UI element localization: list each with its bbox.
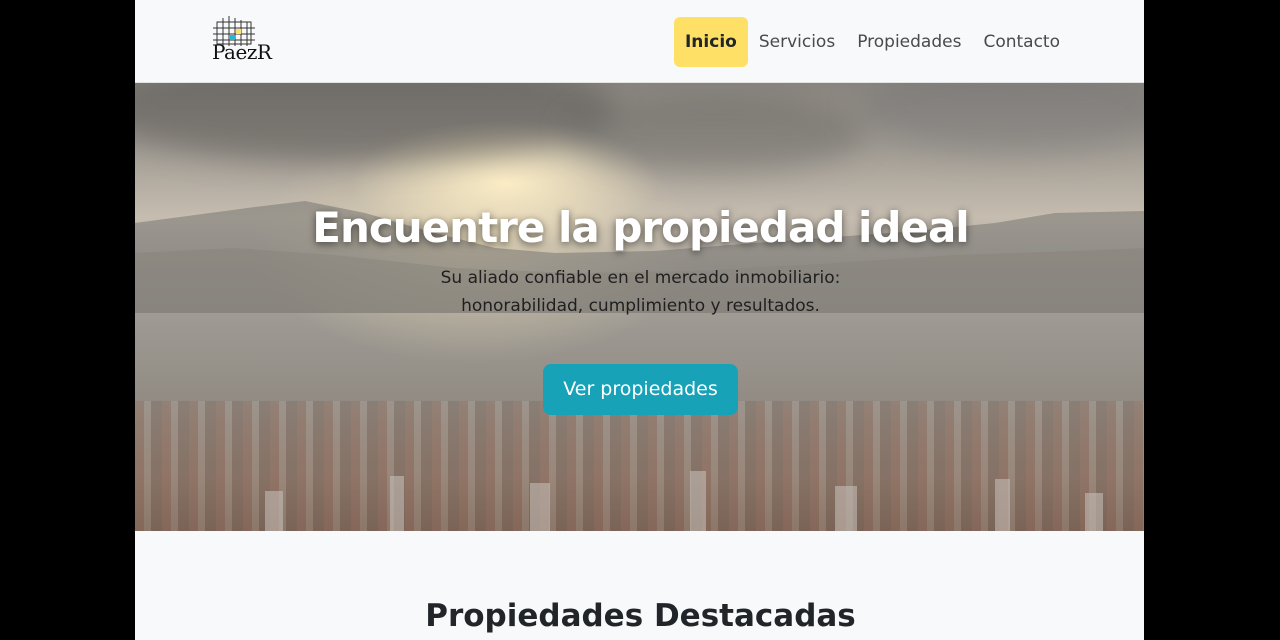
building	[690, 471, 706, 531]
building	[530, 483, 550, 531]
building	[390, 476, 404, 531]
hero-cloud	[135, 83, 615, 163]
featured-properties-title: Propiedades Destacadas	[425, 598, 856, 634]
navbar: PaezR Inicio Servicios Propiedades Conta…	[135, 0, 1144, 83]
building	[1085, 493, 1103, 531]
nav-item-propiedades[interactable]: Propiedades	[846, 17, 972, 67]
building	[835, 486, 857, 531]
hero-title: Encuentre la propiedad ideal	[312, 203, 969, 252]
view-properties-button[interactable]: Ver propiedades	[543, 364, 738, 415]
page: PaezR Inicio Servicios Propiedades Conta…	[135, 0, 1144, 640]
hero-subtitle-line1: Su aliado confiable en el mercado inmobi…	[440, 268, 841, 288]
building	[995, 479, 1010, 531]
logo-text: PaezR	[212, 40, 272, 64]
main-nav: Inicio Servicios Propiedades Contacto	[673, 17, 1071, 67]
hero-subtitle-line2: honorabilidad, cumplimiento y resultados…	[461, 296, 820, 316]
hero-cloud	[855, 83, 1144, 153]
nav-item-contacto[interactable]: Contacto	[972, 17, 1071, 67]
logo[interactable]: PaezR	[211, 16, 279, 68]
hero-banner: Encuentre la propiedad ideal Su aliado c…	[135, 83, 1144, 531]
building	[265, 491, 283, 531]
nav-item-servicios[interactable]: Servicios	[748, 17, 846, 67]
nav-item-inicio[interactable]: Inicio	[673, 17, 748, 67]
city-skyline	[135, 401, 1144, 531]
hero-cloud	[565, 93, 865, 173]
